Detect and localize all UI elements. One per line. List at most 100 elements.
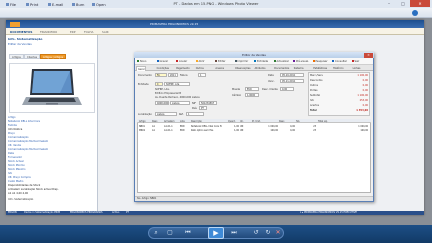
grid-column-header[interactable]: IVA	[296, 120, 316, 123]
dialog-tab-3[interactable]: Outros	[195, 66, 205, 71]
grid-cell[interactable]: Rato óptico sem fios	[191, 129, 227, 132]
toolbar-button-6[interactable]: Entidade	[254, 59, 268, 63]
zoom-icon[interactable]: ⌕	[152, 229, 160, 237]
grid-cell[interactable]: 1 000,00	[252, 125, 278, 128]
cliente-field[interactable]: SOFRE, Lda	[164, 82, 190, 86]
grid-cell[interactable]: 1 000,00	[318, 125, 368, 128]
menu-print[interactable]: Print	[26, 3, 38, 7]
grid-cell[interactable]: MR01	[139, 129, 151, 132]
slideshow-icon[interactable]: ▶	[208, 227, 224, 239]
menu-open[interactable]: Open	[92, 3, 106, 7]
module-tab-erp[interactable]: ERP	[70, 30, 75, 34]
localizacao-field[interactable]: Lisboa	[155, 112, 177, 116]
next-icon[interactable]: ⏭	[230, 229, 238, 237]
grid-cell[interactable]: 1,00	[228, 129, 239, 132]
dialog-tab-7[interactable]: Documentos	[273, 66, 290, 71]
toolbar-button-2[interactable]: Anular	[176, 59, 187, 63]
grid-column-header[interactable]: Pr. Unit.	[252, 120, 278, 123]
numero-field[interactable]: 1	[198, 73, 206, 77]
toolbar-button-4[interactable]: Editar	[215, 59, 225, 63]
dialog-tab-8[interactable]: Sistema	[293, 66, 305, 71]
vencimento-field[interactable]: 05-11-2011	[280, 79, 304, 83]
grid-column-header[interactable]: Descrição	[191, 120, 227, 123]
menu-file[interactable]: File	[6, 3, 16, 7]
rotate-left-icon[interactable]: ↺	[252, 229, 260, 237]
grid-cell[interactable]: 1,00	[228, 125, 239, 128]
grid-cell[interactable]: ERD	[180, 125, 190, 128]
grid-cell[interactable]: ERD	[180, 129, 190, 132]
toolbar-button-3[interactable]: Abrir	[195, 59, 205, 63]
module-tab-documentos[interactable]: DOCUMENTOS	[10, 30, 32, 34]
grid-cell[interactable]: 100,00	[252, 129, 278, 132]
toolbar-button-1[interactable]: Gravar	[156, 59, 168, 63]
grid-cell[interactable]: A1	[152, 129, 163, 132]
toolbar-button-9[interactable]: Pesquisar	[312, 59, 327, 63]
sidebar-tab-clientes[interactable]: Clientes	[24, 54, 41, 59]
localidade-field[interactable]: Lisboa	[170, 101, 190, 105]
rotate-right-icon[interactable]: ↻	[264, 229, 272, 237]
dialog-tab-4[interactable]: Anexos	[214, 66, 225, 71]
grid-cell[interactable]: 23	[296, 129, 316, 132]
sidebar-tab-artigos-selected[interactable]: Artigos | Artigos	[40, 54, 67, 59]
previous-icon[interactable]: ⏮	[184, 229, 192, 237]
delete-icon[interactable]: ✕	[274, 229, 282, 237]
dialog-tab-2[interactable]: Pagamento	[175, 66, 191, 71]
grid-cell[interactable]: NB01	[139, 125, 151, 128]
grid-column-header[interactable]: Lote	[180, 120, 190, 123]
maximize-icon[interactable]: □	[396, 0, 410, 7]
grid-column-header[interactable]: Total Líq.	[318, 120, 368, 123]
toolbar-button-0[interactable]: Novo	[137, 59, 146, 63]
grid-cell[interactable]: 100,00	[318, 129, 368, 132]
desconto-field[interactable]: 0,00	[280, 87, 294, 91]
dialog-tab-1[interactable]: Condições	[156, 66, 170, 71]
grid-cell[interactable]: A1-01-1	[164, 125, 179, 128]
grid-column-header[interactable]: Artigo	[139, 120, 151, 123]
grid-cell[interactable]: UN	[240, 129, 251, 132]
grid-column-header[interactable]: Un.	[240, 120, 251, 123]
dialog-tab-10[interactable]: Histórico	[332, 66, 345, 71]
dialog-tab-0[interactable]: Geral	[136, 66, 147, 71]
toolbar-button-10[interactable]: Consultar	[332, 59, 347, 63]
module-tab-folha[interactable]: FOLHA	[84, 30, 93, 34]
grid-column-header[interactable]: Quant.	[228, 120, 239, 123]
module-tab-sair[interactable]: SAIR	[102, 30, 109, 34]
grid-column-header[interactable]: Desc.	[279, 120, 295, 123]
menu-burn[interactable]: Burn	[72, 3, 84, 7]
dialog-close-icon[interactable]: ✕	[364, 52, 373, 58]
grid-column-header[interactable]: Desc.	[152, 120, 163, 123]
grid-cell[interactable]: A1	[152, 125, 163, 128]
toolbar-button-8[interactable]: Pré-visual.	[293, 59, 309, 63]
actual-size-icon[interactable]: ▢	[166, 229, 174, 237]
serie-field[interactable]: 2011	[168, 73, 178, 77]
grid-cell[interactable]: Notebook DELL Intel Core I5	[191, 125, 227, 128]
moeda-field[interactable]: EUR	[245, 87, 259, 91]
nif-field[interactable]: 501234567	[199, 101, 217, 105]
toolbar-button-7[interactable]: Actualizar	[273, 59, 289, 63]
cambio-field[interactable]: 1,0000	[245, 93, 259, 97]
toolbar-button-5[interactable]: Imprimir	[234, 59, 248, 63]
cp-field[interactable]: 4000-000	[155, 101, 169, 105]
close-icon[interactable]: ✕	[410, 0, 430, 7]
grid-cell[interactable]: 0,00	[279, 125, 295, 128]
sidebar-tab-artigos[interactable]: Artigos	[9, 54, 24, 59]
toolbar-button-11[interactable]: Sair	[351, 59, 359, 63]
menu-email[interactable]: E-mail	[48, 3, 63, 7]
documento-field[interactable]: FA	[155, 73, 167, 77]
dialog-tab-11[interactable]: Linhas	[352, 66, 362, 71]
grid-cell[interactable]: 23	[296, 125, 316, 128]
data-field[interactable]: 05-10-2011	[280, 73, 304, 77]
ref-field[interactable]: 1	[186, 112, 204, 116]
entidade-type-field[interactable]: C	[155, 82, 163, 86]
minimize-icon[interactable]: –	[382, 0, 396, 7]
dialog-tab-9[interactable]: Estatísticas	[312, 66, 328, 71]
pais-field[interactable]: PT	[199, 106, 207, 110]
grid-cell[interactable]: UN	[240, 125, 251, 128]
dialog-tab-5[interactable]: Observações	[234, 66, 251, 71]
help-icon[interactable]	[412, 10, 418, 16]
grid-cell[interactable]: 0,00	[279, 129, 295, 132]
dialog-tab-6[interactable]: Atributos	[254, 66, 267, 71]
grid-column-header[interactable]: Armazém	[164, 120, 179, 123]
module-tab-financeiro[interactable]: FINANCEIRO	[40, 30, 57, 34]
grid-cell[interactable]: A1-01-1	[164, 129, 179, 132]
sidebar-link[interactable]: Editar da Vendas	[8, 42, 32, 46]
